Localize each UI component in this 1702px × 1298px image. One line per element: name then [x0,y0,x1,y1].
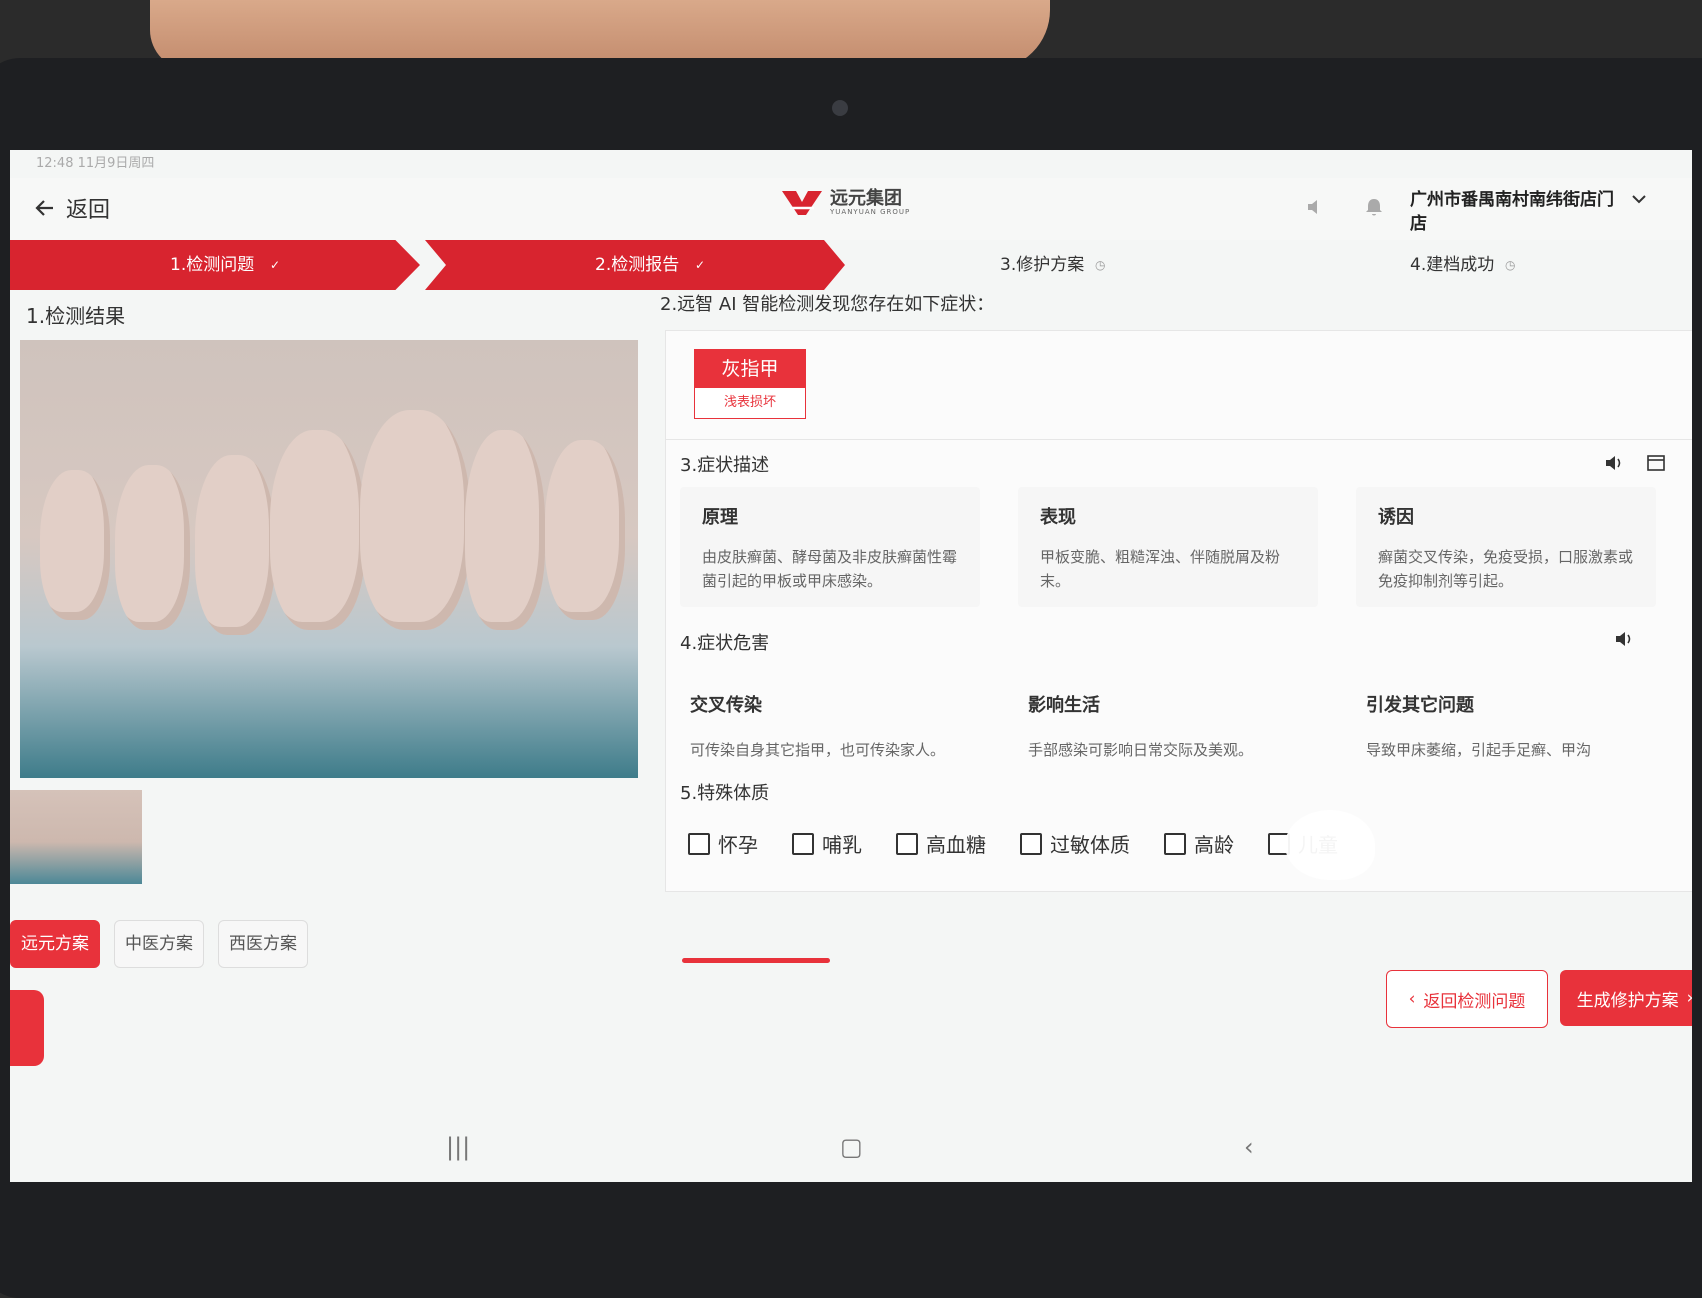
top-icons [1305,196,1385,218]
back-to-detection-button[interactable]: ‹ 返回检测问题 [1386,970,1548,1028]
checkbox-box[interactable] [792,832,814,855]
arrow-left-icon [35,200,53,216]
back-button[interactable]: 返回 [34,192,110,224]
card-text: 甲板变脆、粗糙浑浊、伴随脱屑及粉末。 [1040,548,1281,590]
home-icon[interactable]: ▢ [840,1133,863,1161]
tab-tcm-plan[interactable]: 中医方案 [114,920,204,968]
clock-icon: ◷ [1505,258,1516,272]
photo-thumbnail[interactable] [10,790,142,884]
tab-indicator [682,958,830,963]
checkbox-pregnant[interactable]: 怀孕 [688,829,758,858]
plan-tabs: 远元方案 中医方案 西医方案 [10,920,308,968]
clock-icon: ◷ [1095,258,1106,272]
step-2-label: 2.检测报告 [595,255,680,275]
foot-illustration [20,370,638,650]
card-manifestation: 表现 甲板变脆、粗糙浑浊、伴随脱屑及粉末。 [1018,487,1318,607]
symptom-level: 浅表损坏 [723,395,776,410]
tab-yuanyuan-plan[interactable]: 远元方案 [10,920,100,968]
floating-action-button[interactable] [10,990,44,1066]
tab-western-plan[interactable]: 西医方案 [218,920,308,968]
step-4-label: 4.建档成功 [1410,255,1495,275]
harm-item-text: 可传染自身其它指甲，也可传染家人。 [690,741,946,759]
speaker-icon[interactable] [1614,629,1634,649]
checkbox-elderly[interactable]: 高龄 [1164,829,1234,858]
card-title: 表现 [1040,507,1076,528]
brand-name: 远元集团 [830,188,902,209]
card-title: 原理 [702,507,738,528]
checkbox-box[interactable] [896,832,918,855]
checkbox-box[interactable] [688,832,710,855]
detection-photo[interactable] [20,340,638,778]
tablet-screen: 12:48 11月9日周四 返回 远元集团 YUANYUAN GROUP 广州市… [10,150,1692,1182]
window-icon[interactable] [1646,453,1666,473]
constitution-options: 怀孕 哺乳 高血糖 过敏体质 高龄 儿童 [688,829,1338,858]
chevron-right-icon: › [1687,988,1692,1008]
status-bar: 12:48 11月9日周四 [36,156,155,171]
symptom-name: 灰指甲 [695,350,805,388]
step-1-label: 1.检测问题 [170,255,255,275]
symptom-harm-title: 4.症状危害 [680,633,770,654]
step-1[interactable]: 1.检测问题 ✓ [10,240,420,290]
brand-sub: YUANYUAN GROUP [830,208,911,216]
harm-item-title: 引发其它问题 [1366,695,1474,716]
checkbox-breastfeeding[interactable]: 哺乳 [792,829,862,858]
chevron-down-icon[interactable] [1630,190,1648,208]
symptom-badge[interactable]: 灰指甲 浅表损坏 [694,349,806,419]
symptom-description-title: 3.症状描述 [680,455,770,476]
card-text: 由皮肤癣菌、酵母菌及非皮肤癣菌性霉菌引起的甲板或甲床感染。 [702,548,958,590]
divider [666,439,1692,440]
report-panel: 灰指甲 浅表损坏 3.症状描述 原理 由皮肤癣菌、酵母菌及非皮肤癣菌性霉菌引起的… [665,330,1692,892]
ai-result-title: 2.远智 AI 智能检测发现您存在如下症状： [660,294,995,315]
top-bar: 返回 远元集团 YUANYUAN GROUP 广州市番禺南村南纬街店门店 [10,178,1692,240]
card-principle: 原理 由皮肤癣菌、酵母菌及非皮肤癣菌性霉菌引起的甲板或甲床感染。 [680,487,980,607]
step-2[interactable]: 2.检测报告 ✓ [425,240,845,290]
harm-item-text: 手部感染可影响日常交际及美观。 [1028,741,1254,759]
checkbox-box[interactable] [1020,832,1042,855]
android-nav-bar: ||| ▢ ‹ [10,1115,1692,1175]
check-circle-icon: ✓ [695,258,706,272]
checkbox-high-blood-sugar[interactable]: 高血糖 [896,829,986,858]
special-constitution-title: 5.特殊体质 [680,783,770,804]
front-camera [832,100,848,116]
recent-apps-icon[interactable]: ||| [446,1133,470,1161]
card-title: 诱因 [1378,507,1414,528]
speaker-icon[interactable] [1305,196,1327,218]
progress-steps: 1.检测问题 ✓ 2.检测报告 ✓ 3.修护方案 ◷ 4.建档成功 ◷ [10,240,1692,290]
yuanyuan-logo-icon [782,191,822,215]
brand-logo: 远元集团 YUANYUAN GROUP [780,188,910,218]
back-label: 返回 [66,198,111,223]
step-3-label: 3.修护方案 [1000,255,1085,275]
chevron-left-icon: ‹ [1408,989,1416,1009]
checkbox-allergic[interactable]: 过敏体质 [1020,829,1130,858]
store-name[interactable]: 广州市番禺南村南纬街店门店 [1410,188,1620,236]
speaker-icon[interactable] [1604,453,1624,473]
harm-item-text: 导致甲床萎缩，引起手足癣、甲沟 [1366,741,1592,759]
detection-result-title: 1.检测结果 [26,304,126,328]
harm-item-title: 交叉传染 [690,695,762,716]
card-text: 癣菌交叉传染，免疫受损，口服激素或免疫抑制剂等引起。 [1378,548,1634,590]
harm-item-title: 影响生活 [1028,695,1100,716]
nav-back-icon[interactable]: ‹ [1244,1133,1254,1161]
bell-icon[interactable] [1363,196,1385,218]
checkbox-box[interactable] [1164,832,1186,855]
screen-glare [1285,810,1375,880]
check-circle-icon: ✓ [270,258,281,272]
card-cause: 诱因 癣菌交叉传染，免疫受损，口服激素或免疫抑制剂等引起。 [1356,487,1656,607]
generate-plan-button[interactable]: 生成修护方案 › [1560,970,1692,1026]
